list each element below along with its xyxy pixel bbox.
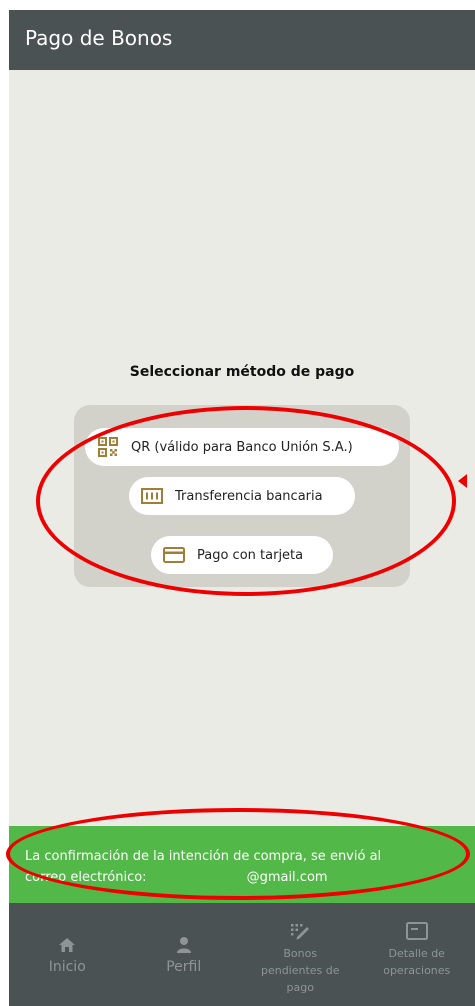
bottom-navigation: Inicio Perfil Bonos pendientes de pago D…	[9, 903, 475, 1006]
email-label: correo electrónico:	[25, 870, 147, 885]
bank-transfer-button[interactable]: Transferencia bancaria	[129, 477, 355, 515]
qr-payment-button[interactable]: QR (válido para Banco Unión S.A.)	[85, 428, 399, 466]
app-bar: Pago de Bonos	[9, 10, 475, 70]
pending-bonds-icon	[290, 919, 310, 943]
person-icon	[176, 933, 192, 957]
annotation-arrow-tip	[458, 474, 467, 488]
redacted-email-user	[147, 867, 247, 888]
nav-label-detalle-operaciones: Detalle de operaciones	[383, 947, 451, 977]
nav-item-inicio[interactable]: Inicio	[9, 903, 126, 1006]
confirmation-line-2: correo electrónico: @gmail.com	[25, 867, 465, 888]
bank-transfer-label: Transferencia bancaria	[175, 488, 323, 504]
nav-item-perfil[interactable]: Perfil	[126, 903, 243, 1006]
bank-transfer-icon	[141, 486, 163, 506]
nav-label-inicio: Inicio	[48, 959, 86, 975]
card-payment-label: Pago con tarjeta	[197, 547, 304, 563]
operations-detail-icon	[405, 919, 428, 943]
page-title: Pago de Bonos	[25, 26, 173, 50]
email-domain: @gmail.com	[246, 870, 328, 885]
home-icon	[58, 933, 76, 957]
card-payment-button[interactable]: Pago con tarjeta	[151, 536, 333, 574]
qr-code-icon	[97, 437, 119, 457]
confirmation-notice: La confirmación de la intención de compr…	[9, 826, 475, 903]
payment-method-heading: Seleccionar método de pago	[129, 364, 355, 380]
nav-label-bonos-pendientes: Bonos pendientes de pago	[260, 947, 340, 994]
nav-item-bonos-pendientes[interactable]: Bonos pendientes de pago	[242, 903, 359, 1006]
qr-payment-label: QR (válido para Banco Unión S.A.)	[131, 439, 353, 455]
confirmation-line-1: La confirmación de la intención de compr…	[25, 849, 382, 864]
app-screen: Pago de Bonos Seleccionar método de pago	[9, 10, 475, 1006]
nav-label-perfil: Perfil	[166, 959, 202, 975]
credit-card-icon	[163, 545, 185, 565]
confirmation-text: La confirmación de la intención de compr…	[25, 846, 465, 888]
nav-item-detalle-operaciones[interactable]: Detalle de operaciones	[359, 903, 475, 1006]
